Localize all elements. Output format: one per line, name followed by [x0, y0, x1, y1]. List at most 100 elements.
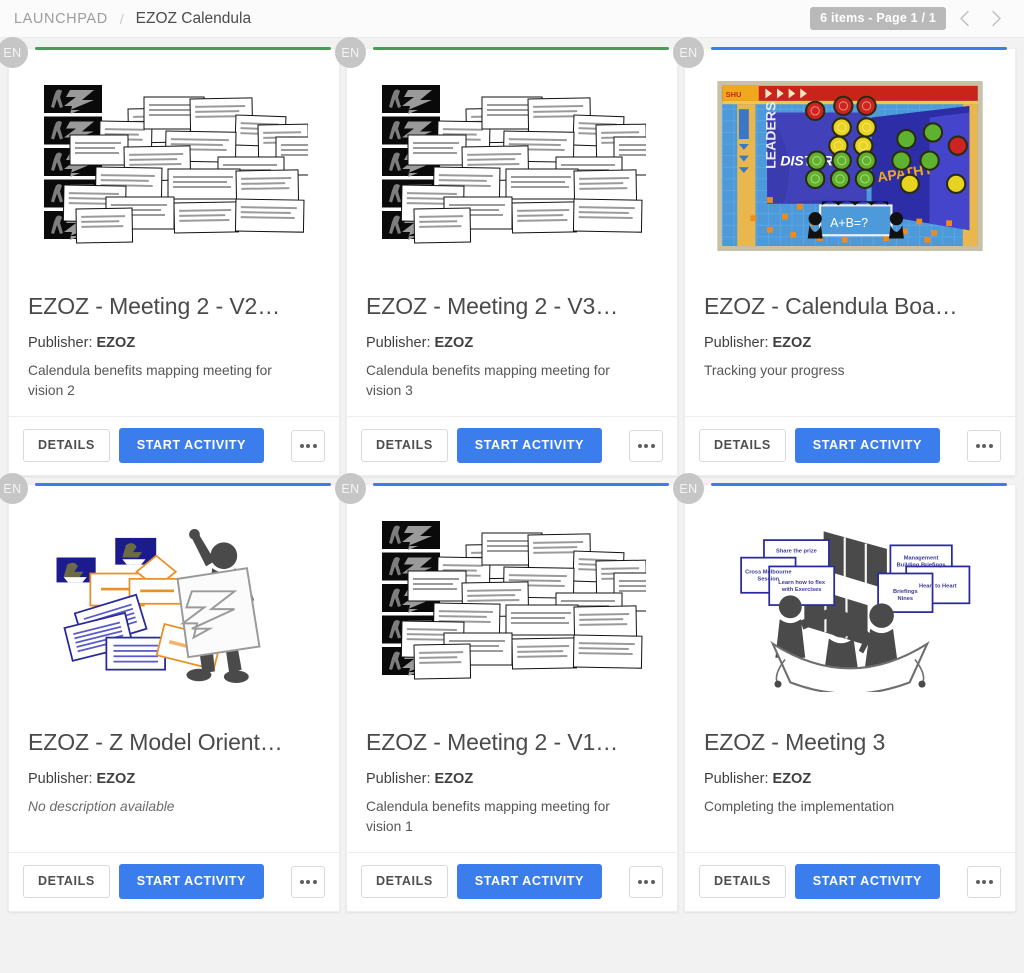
card-thumbnail[interactable]: SHU LEADERS DISTURB APATHY A+B=?	[685, 49, 1015, 277]
start-activity-button[interactable]: START ACTIVITY	[456, 864, 602, 899]
card-description: Calendula benefits mapping meeting for v…	[28, 363, 272, 399]
start-activity-button[interactable]: START ACTIVITY	[794, 428, 940, 463]
card-description: Completing the implementation	[704, 799, 895, 815]
more-options-icon[interactable]	[967, 865, 1001, 898]
card-description: Calendula benefits mapping meeting for v…	[366, 363, 610, 399]
svg-text:Management: Management	[904, 555, 939, 561]
card-publisher: Publisher: EZOZ	[28, 771, 320, 787]
card-title: EZOZ - Meeting 3	[704, 729, 886, 755]
card-title: EZOZ - Z Model Orient…	[28, 729, 283, 755]
activity-card[interactable]: EN Share the prize Cross Melbourne Sessio…	[673, 473, 1016, 912]
more-options-icon[interactable]	[629, 865, 663, 898]
svg-text:Cross Melbourne: Cross Melbourne	[745, 569, 791, 575]
activity-card[interactable]: EN	[0, 37, 340, 476]
svg-text:with Exercises: with Exercises	[781, 587, 822, 593]
card-title: EZOZ - Meeting 2 - V3…	[366, 293, 619, 319]
publisher-label: Publisher:	[366, 335, 431, 352]
card-title: EZOZ - Meeting 2 - V1…	[366, 729, 619, 755]
more-options-icon[interactable]	[291, 865, 325, 898]
card-body: EZOZ - Meeting 2 - V3… Publisher: EZOZ C…	[347, 277, 677, 416]
publisher-label: Publisher:	[704, 771, 769, 788]
card-thumbnail[interactable]	[9, 49, 339, 277]
activity-card-grid: EN EZOZ - Meeting 2 - V2… Publisher: EZO…	[0, 37, 1024, 912]
breadcrumb-separator: /	[119, 10, 124, 27]
publisher-label: Publisher:	[704, 335, 769, 352]
card-title: EZOZ - Meeting 2 - V2…	[28, 293, 281, 319]
breadcrumb-launchpad[interactable]: LAUNCHPAD	[14, 11, 108, 27]
language-badge: EN	[673, 37, 704, 68]
publisher-name: EZOZ	[96, 335, 136, 352]
start-activity-button[interactable]: START ACTIVITY	[794, 864, 940, 899]
publisher-name: EZOZ	[434, 771, 474, 788]
details-button[interactable]: DETAILS	[23, 865, 110, 898]
svg-text:Nines: Nines	[898, 596, 914, 602]
breadcrumb-bar: LAUNCHPAD / EZOZ Calendula 6 items - Pag…	[0, 0, 1024, 38]
card-title: EZOZ - Calendula Boa…	[704, 293, 958, 319]
card-publisher: Publisher: EZOZ	[366, 771, 658, 787]
start-activity-button[interactable]: START ACTIVITY	[456, 428, 602, 463]
svg-text:Session: Session	[757, 576, 779, 582]
card-publisher: Publisher: EZOZ	[704, 335, 996, 351]
card-description: Tracking your progress	[704, 363, 845, 379]
card-accent-bar	[35, 47, 331, 50]
details-button[interactable]: DETAILS	[361, 865, 448, 898]
card-accent-bar	[711, 47, 1007, 50]
card-accent-bar	[711, 483, 1007, 486]
card-accent-bar	[373, 47, 669, 50]
svg-text:SHU: SHU	[726, 90, 742, 99]
card-publisher: Publisher: EZOZ	[704, 771, 996, 787]
svg-text:LEADERS: LEADERS	[762, 102, 778, 169]
publisher-name: EZOZ	[96, 771, 136, 788]
card-thumbnail[interactable]	[347, 485, 677, 713]
card-body: EZOZ - Meeting 2 - V2… Publisher: EZOZ C…	[9, 277, 339, 416]
more-options-icon[interactable]	[629, 429, 663, 462]
details-button[interactable]: DETAILS	[699, 865, 786, 898]
details-button[interactable]: DETAILS	[699, 429, 786, 462]
breadcrumb-current-page: EZOZ Calendula	[135, 9, 252, 27]
breadcrumb: LAUNCHPAD / EZOZ Calendula	[14, 10, 251, 28]
svg-text:Learn how to flex: Learn how to flex	[778, 580, 826, 586]
start-activity-button[interactable]: START ACTIVITY	[118, 864, 264, 899]
more-options-icon[interactable]	[291, 429, 325, 462]
card-thumbnail[interactable]	[9, 485, 339, 713]
activity-card[interactable]: EN SHU LEADERS DISTURB APATHY	[673, 37, 1016, 476]
card-actions: DETAILS START ACTIVITY	[9, 852, 339, 911]
details-button[interactable]: DETAILS	[361, 429, 448, 462]
start-activity-button[interactable]: START ACTIVITY	[118, 428, 264, 463]
card-publisher: Publisher: EZOZ	[28, 335, 320, 351]
page-count-chip: 6 items - Page 1 / 1	[810, 7, 946, 30]
publisher-name: EZOZ	[772, 335, 812, 352]
svg-text:Heart to Heart: Heart to Heart	[919, 584, 957, 590]
svg-text:Share the prize: Share the prize	[776, 548, 817, 554]
chevron-right-icon[interactable]	[982, 5, 1010, 33]
pagination-controls: 6 items - Page 1 / 1	[810, 5, 1010, 33]
card-actions: DETAILS START ACTIVITY	[347, 852, 677, 911]
card-thumbnail[interactable]: Share the prize Cross Melbourne Session L…	[685, 485, 1015, 713]
details-button[interactable]: DETAILS	[23, 429, 110, 462]
card-thumbnail[interactable]	[347, 49, 677, 277]
activity-card[interactable]: EN	[335, 473, 678, 912]
svg-text:Building Briefings: Building Briefings	[897, 562, 946, 568]
card-accent-bar	[373, 483, 669, 486]
language-badge: EN	[335, 473, 366, 504]
language-badge: EN	[673, 473, 704, 504]
svg-text:A+B=?: A+B=?	[830, 216, 868, 230]
publisher-label: Publisher:	[28, 335, 93, 352]
card-body: EZOZ - Z Model Orient… Publisher: EZOZ N…	[9, 713, 339, 852]
publisher-label: Publisher:	[28, 771, 93, 788]
card-accent-bar	[35, 483, 331, 486]
publisher-label: Publisher:	[366, 771, 431, 788]
publisher-name: EZOZ	[434, 335, 474, 352]
svg-text:Briefings: Briefings	[893, 589, 918, 595]
card-body: EZOZ - Meeting 3 Publisher: EZOZ Complet…	[685, 713, 1015, 852]
card-actions: DETAILS START ACTIVITY	[347, 416, 677, 475]
card-description: Calendula benefits mapping meeting for v…	[366, 799, 610, 835]
card-body: EZOZ - Calendula Boa… Publisher: EZOZ Tr…	[685, 277, 1015, 416]
card-actions: DETAILS START ACTIVITY	[685, 852, 1015, 911]
activity-card[interactable]: EN	[0, 473, 340, 912]
more-options-icon[interactable]	[967, 429, 1001, 462]
card-actions: DETAILS START ACTIVITY	[9, 416, 339, 475]
activity-card[interactable]: EN	[335, 37, 678, 476]
chevron-left-icon[interactable]	[950, 5, 978, 33]
language-badge: EN	[335, 37, 366, 68]
